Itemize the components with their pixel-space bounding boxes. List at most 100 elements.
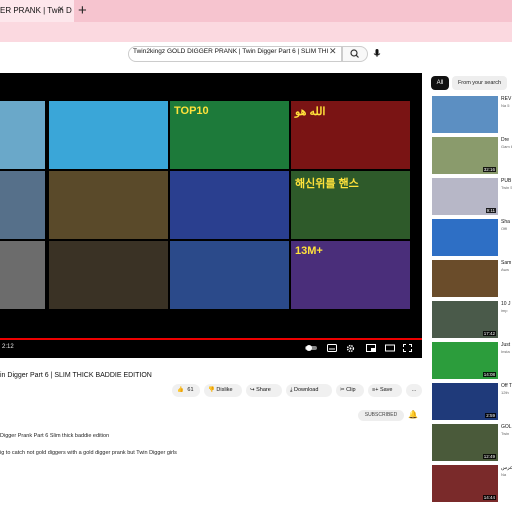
scissors-icon: ✂ [340, 387, 345, 393]
thumbnail-label: الله هو [295, 106, 326, 118]
related-video-item[interactable]: 17:42 10 Jimp [432, 301, 512, 339]
progress-bar[interactable] [0, 338, 422, 340]
duration-badge: 2:59 [485, 413, 496, 418]
related-video-item[interactable]: 14:08 Just Insta [432, 342, 512, 380]
like-button[interactable]: 👍 61 [172, 384, 200, 397]
new-tab-button[interactable]: + [78, 2, 87, 19]
related-video-channel: Na 5 [501, 103, 510, 108]
search-input-value: Twin2kingz GOLD DIGGER PRANK | Twin Digg… [133, 48, 328, 55]
related-video-item[interactable]: 12:49 GOL Twin [432, 424, 512, 462]
related-video-thumbnail[interactable]: 14:08 [432, 342, 498, 379]
miniplayer-icon[interactable] [366, 344, 376, 354]
related-video-thumbnail[interactable]: 14:44 [432, 465, 498, 502]
related-video-channel: Twin [501, 431, 510, 436]
duration-badge: 17:42 [482, 331, 496, 336]
related-video-title[interactable]: Dre [501, 137, 509, 143]
related-video-item[interactable]: 2:59 Off T 12th [432, 383, 512, 421]
dislike-label: Dislike [216, 387, 233, 393]
duration-badge: 12:49 [482, 454, 496, 459]
related-video-title[interactable]: Sha [501, 219, 510, 225]
description-line: ig to catch not gold diggers with a gold… [0, 450, 177, 456]
video-grid-thumbnail: 해신위를 핸스 [291, 171, 410, 239]
microphone-icon[interactable] [370, 46, 384, 60]
subscribed-button[interactable]: SUBSCRIBED [358, 410, 404, 421]
video-grid-thumbnail: 13M+ [291, 241, 410, 309]
related-video-title[interactable]: عرس [501, 465, 512, 471]
save-label: Save [379, 387, 393, 393]
chip-from-your-search[interactable]: From your search [452, 76, 507, 90]
related-video-thumbnail[interactable] [432, 219, 498, 256]
share-label: Share [256, 387, 271, 393]
related-video-channel: Awa [501, 267, 509, 272]
theater-mode-icon[interactable] [385, 344, 395, 354]
related-video-channel: Twin 5.3 [501, 185, 512, 190]
thumbs-up-icon: 👍 [177, 387, 184, 393]
video-grid-thumbnail: TOP10 [170, 101, 289, 169]
autoplay-toggle[interactable] [305, 344, 319, 354]
search-icon [350, 49, 359, 58]
related-video-title[interactable]: Off T [501, 383, 512, 389]
related-video-title[interactable]: 10 J [501, 301, 510, 307]
related-video-item[interactable]: 32:16 DreGam 60K [432, 137, 512, 175]
related-video-title[interactable]: Sam [501, 260, 511, 266]
duration-badge: 14:08 [482, 372, 496, 377]
clear-search-icon[interactable]: ✕ [329, 46, 337, 57]
related-video-channel: Offi [501, 226, 508, 231]
related-video-thumbnail[interactable] [432, 96, 498, 133]
share-button[interactable]: ↪ Share [246, 384, 282, 397]
download-button[interactable]: ⤓ Download [286, 384, 332, 397]
thumbnail-label: 13M+ [295, 245, 323, 257]
video-grid-thumbnail [0, 101, 45, 169]
download-label: Download [293, 387, 319, 393]
related-video-title[interactable]: PUB [501, 178, 511, 184]
more-actions-button[interactable]: ... [406, 384, 422, 397]
clip-button[interactable]: ✂ Clip [336, 384, 364, 397]
fullscreen-icon[interactable] [403, 344, 412, 354]
related-video-thumbnail[interactable]: 17:42 [432, 301, 498, 338]
save-button[interactable]: ≡+ Save [368, 384, 402, 397]
video-grid-thumbnail [49, 171, 168, 239]
browser-tab-bar [0, 0, 512, 22]
subtitles-icon[interactable] [327, 344, 337, 354]
related-video-item[interactable]: Sam Awa [432, 260, 512, 298]
notification-bell-icon[interactable]: 🔔 [408, 410, 418, 419]
search-button[interactable] [342, 46, 368, 62]
duration-badge: 32:16 [482, 167, 496, 172]
related-video-item[interactable]: Sha Offi [432, 219, 512, 257]
chip-all[interactable]: All [431, 76, 449, 90]
related-video-channel: imp [501, 308, 508, 313]
related-video-title[interactable]: REV [501, 96, 511, 102]
related-video-item[interactable]: REV Na 5 [432, 96, 512, 134]
related-video-channel: Insta [501, 349, 510, 354]
settings-gear-icon[interactable] [346, 344, 355, 355]
related-video-title[interactable]: GOL [501, 424, 512, 430]
dislike-button[interactable]: 👎 Dislike [204, 384, 242, 397]
related-video-item[interactable]: 9:11 PUBTwin 5.3 [432, 178, 512, 216]
video-player[interactable]: TOP10 الله هو 해신위를 핸스 13M+ [0, 73, 422, 358]
video-grid-thumbnail [49, 241, 168, 309]
playlist-add-icon: ≡+ [372, 387, 379, 393]
related-video-thumbnail[interactable] [432, 260, 498, 297]
video-grid-thumbnail [170, 241, 289, 309]
related-video-thumbnail[interactable]: 2:59 [432, 383, 498, 420]
share-icon: ↪ [250, 387, 255, 393]
related-video-title[interactable]: Just [501, 342, 510, 348]
thumbnail-label: TOP10 [174, 105, 209, 117]
related-video-channel: Na [501, 472, 507, 477]
tab-close-icon[interactable]: × [58, 4, 64, 15]
thumbnail-label: 해신위를 핸스 [295, 178, 359, 190]
related-video-thumbnail[interactable]: 9:11 [432, 178, 498, 215]
video-title: in Digger Part 6 | SLIM THICK BADDIE EDI… [0, 372, 152, 379]
like-count: 61 [187, 387, 194, 393]
related-video-thumbnail[interactable]: 32:16 [432, 137, 498, 174]
related-video-thumbnail[interactable]: 12:49 [432, 424, 498, 461]
related-video-channel: Gam 60K [501, 144, 512, 149]
video-grid-thumbnail [0, 171, 45, 239]
duration-badge: 9:11 [485, 208, 496, 213]
related-video-channel: 12th [501, 390, 509, 395]
time-display: 2:12 [2, 344, 14, 350]
clip-label: Clip [346, 387, 356, 393]
related-video-item[interactable]: 14:44 عرس Na [432, 465, 512, 503]
thumbs-down-icon: 👎 [208, 387, 215, 393]
video-grid-thumbnail [0, 241, 45, 309]
